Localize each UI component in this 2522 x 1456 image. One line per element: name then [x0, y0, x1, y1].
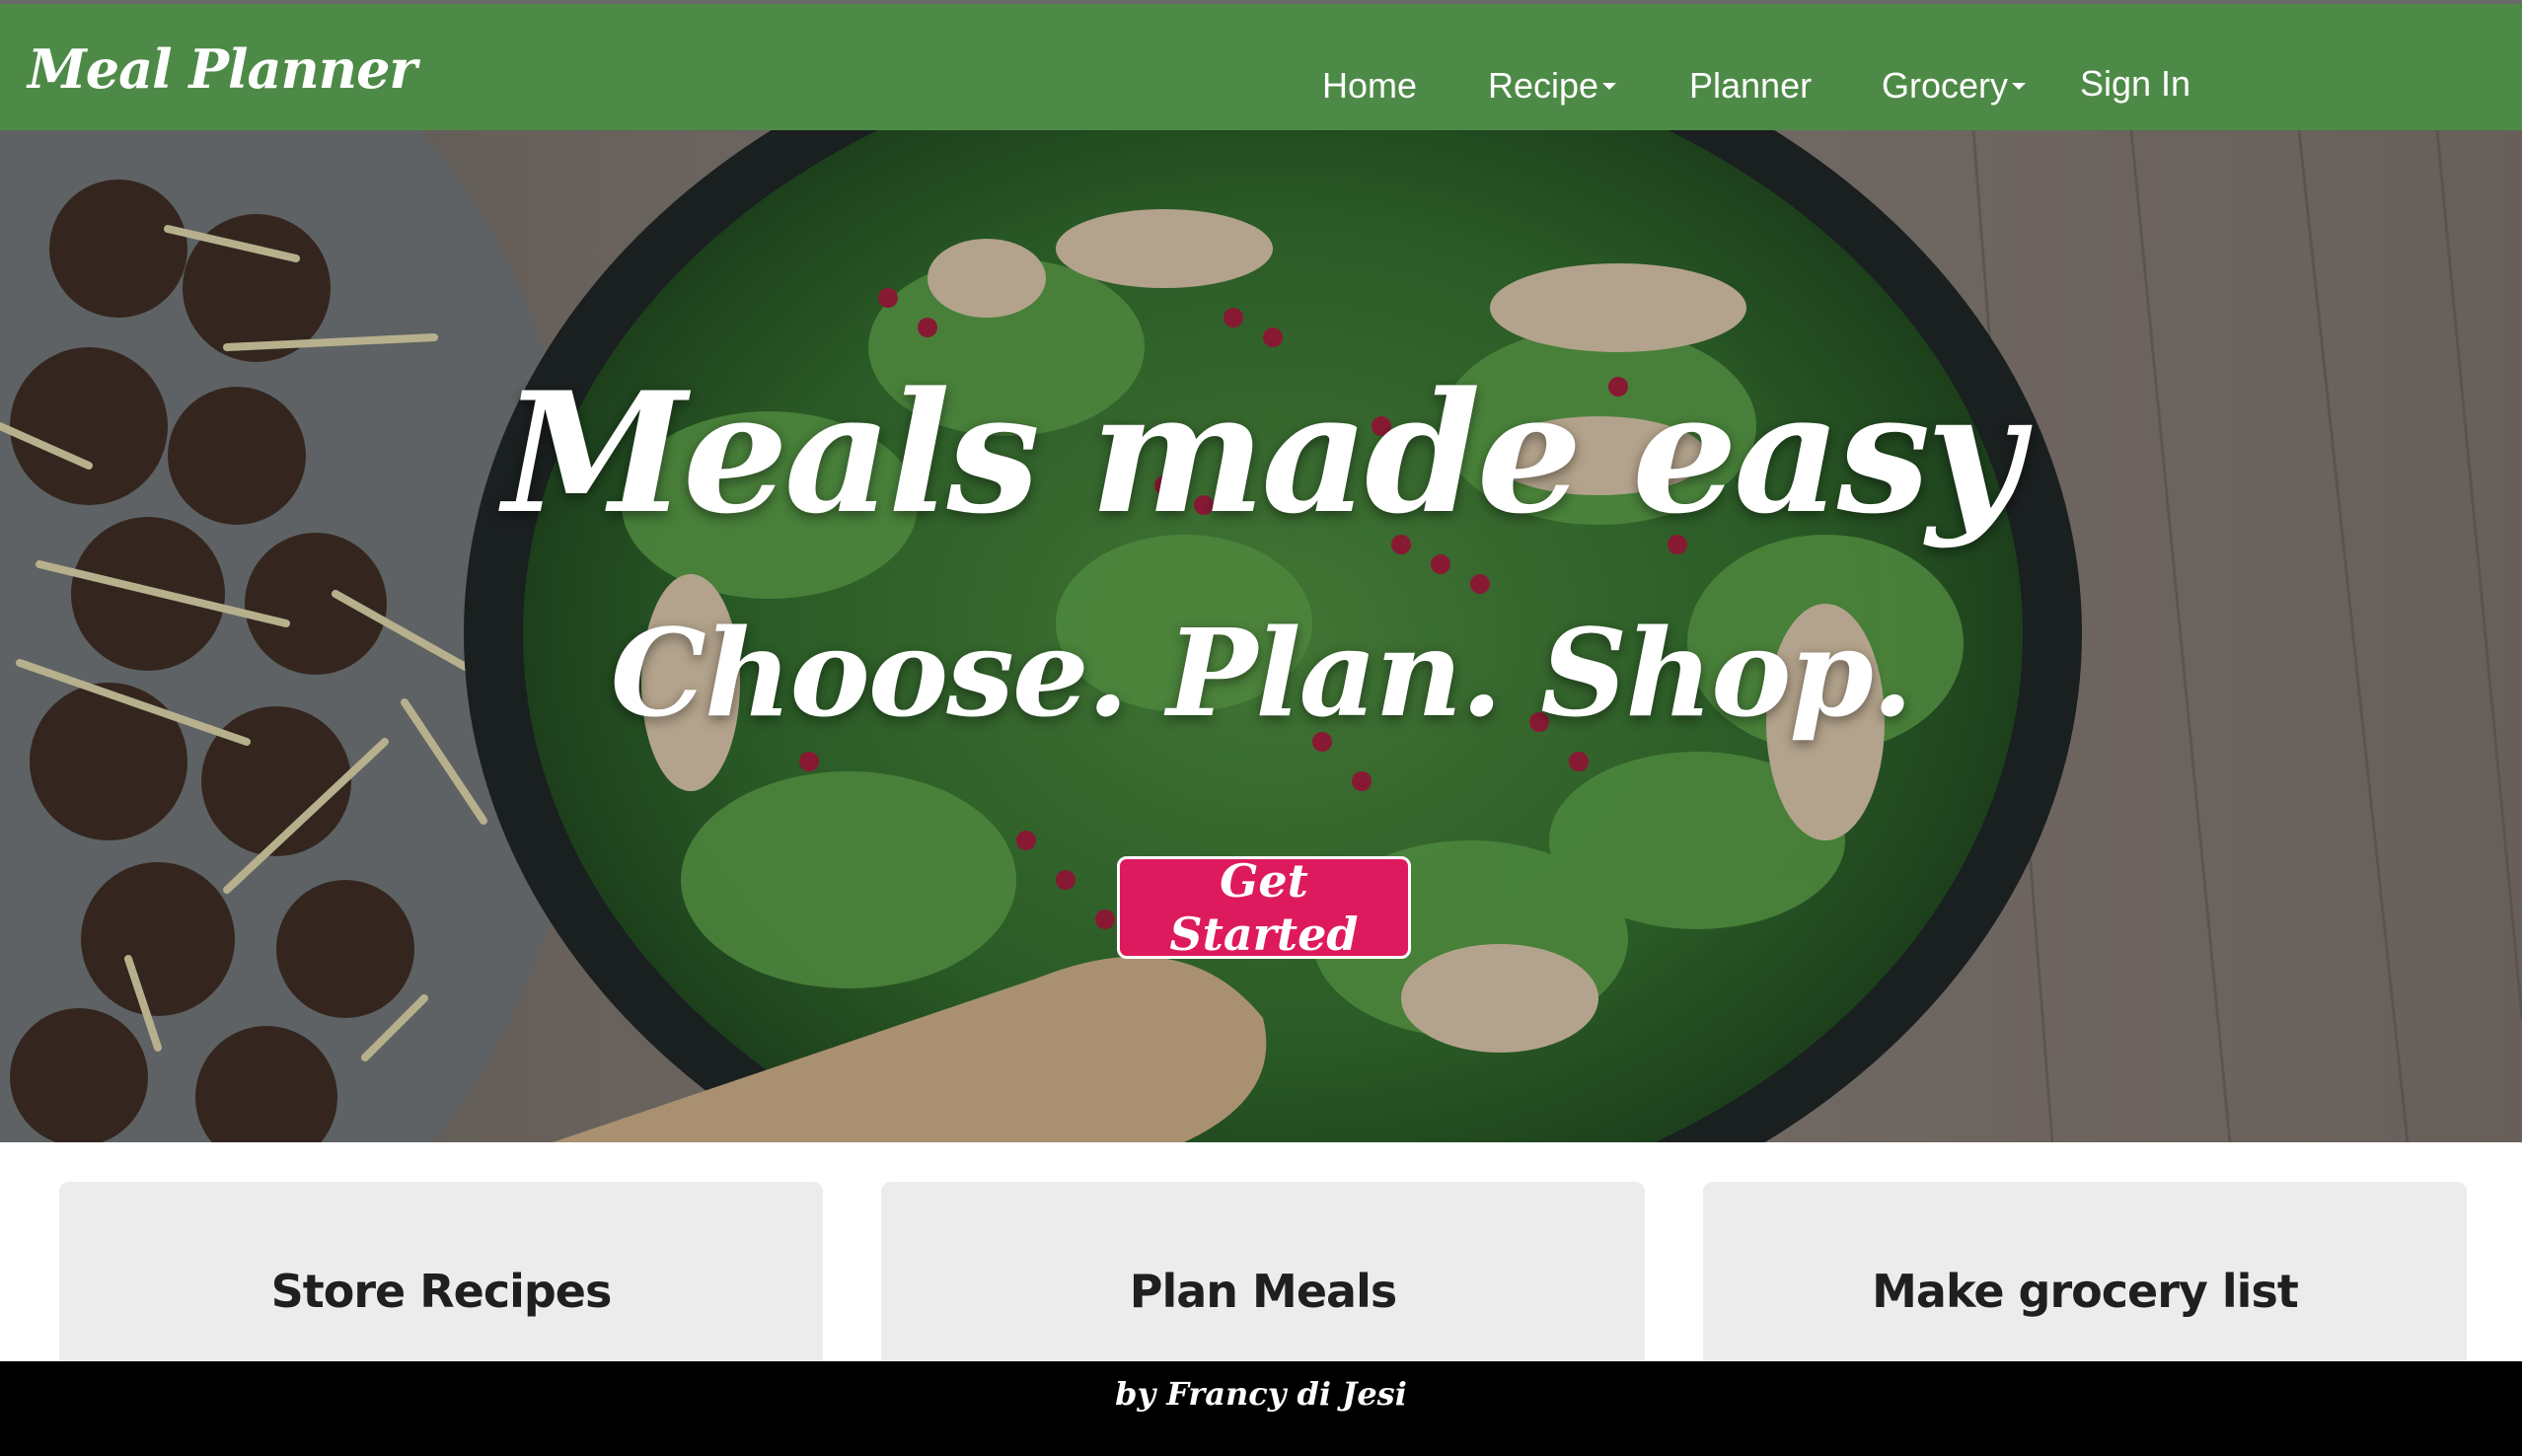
- chevron-down-icon: [2012, 82, 2027, 90]
- feature-title: Make grocery list: [1872, 1265, 2299, 1318]
- hero-title: Meals made easy: [503, 355, 2023, 550]
- navbar: Meal Planner Home Recipe Planner Grocery…: [0, 4, 2522, 130]
- hero-section: Meals made easy Choose. Plan. Shop. Get …: [0, 130, 2522, 1142]
- feature-card-grocery-list: Make grocery list: [1703, 1182, 2467, 1379]
- footer-credit: by Francy di Jesi: [1115, 1375, 1407, 1413]
- get-started-button[interactable]: Get Started: [1117, 854, 1411, 961]
- nav-home-link[interactable]: Home: [1322, 65, 1417, 107]
- brand-logo[interactable]: Meal Planner: [28, 37, 417, 101]
- nav-recipe-dropdown[interactable]: Recipe: [1488, 65, 1617, 107]
- feature-title: Store Recipes: [270, 1265, 613, 1318]
- footer: by Francy di Jesi: [0, 1361, 2522, 1456]
- feature-card-plan-meals: Plan Meals: [881, 1182, 1645, 1379]
- chevron-down-icon: [1602, 82, 1617, 90]
- nav-grocery-label: Grocery: [1882, 65, 2009, 106]
- feature-title: Plan Meals: [1129, 1265, 1397, 1318]
- feature-card-store-recipes: Store Recipes: [59, 1182, 823, 1379]
- nav-grocery-dropdown[interactable]: Grocery: [1882, 65, 2027, 107]
- sign-in-link[interactable]: Sign In: [2080, 63, 2190, 105]
- hero-subtitle: Choose. Plan. Shop.: [610, 602, 1914, 744]
- nav-planner-link[interactable]: Planner: [1689, 65, 1812, 107]
- nav-recipe-label: Recipe: [1488, 65, 1599, 106]
